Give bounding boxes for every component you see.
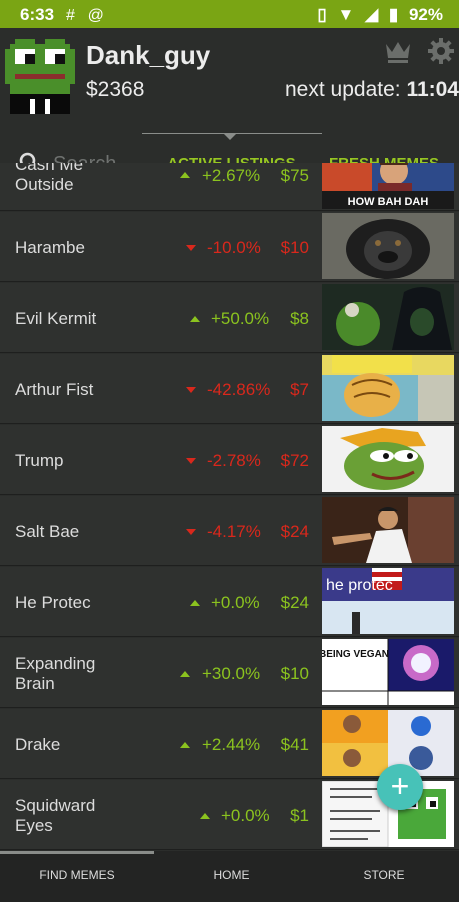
meme-name-line: Expanding — [15, 654, 96, 673]
percent-change: -4.17% — [207, 522, 261, 541]
list-item[interactable]: Trump -2.78% $72 — [0, 425, 459, 495]
nav-home[interactable]: HOME — [154, 851, 309, 902]
wifi-icon: ▼ — [337, 5, 355, 24]
meme-name: He Protec — [15, 593, 91, 612]
price: $7 — [290, 380, 309, 399]
trend-up-icon — [180, 172, 190, 178]
percent-change: +0.0% — [221, 806, 270, 825]
list-item[interactable]: Arthur Fist -42.86% $7 — [0, 354, 459, 424]
bottom-navigation: FIND MEMES HOME STORE — [0, 851, 459, 902]
trend-up-icon — [180, 742, 190, 748]
meme-thumbnail — [322, 426, 454, 492]
list-item[interactable]: He Protec +0.0% $24 he protec — [0, 567, 459, 637]
trend-down-icon — [186, 529, 196, 535]
pepe-avatar-icon — [0, 34, 80, 114]
meme-name: Salt Bae — [15, 522, 80, 541]
avatar[interactable] — [0, 34, 80, 114]
meme-name: Evil Kermit — [15, 309, 97, 328]
add-meme-button[interactable]: + — [377, 764, 423, 810]
trend-down-icon — [186, 245, 196, 251]
percent-change: -10.0% — [207, 238, 261, 257]
trend-up-icon — [190, 316, 200, 322]
price: $10 — [280, 664, 309, 683]
next-update-label: next update: — [285, 78, 401, 101]
trend-up-icon — [190, 600, 200, 606]
meme-name: Squidward Eyes — [15, 796, 95, 836]
percent-change: -42.86% — [207, 380, 271, 399]
add-icon: + — [390, 768, 410, 804]
balance: $2368 — [86, 78, 145, 101]
profile-header: Dank_guy $2368 next update: 11:04 — [0, 28, 459, 191]
vibrate-icon: ▯ — [317, 5, 327, 24]
gear-icon[interactable] — [427, 37, 455, 65]
price: $72 — [280, 451, 309, 470]
percent-change: +50.0% — [211, 309, 270, 328]
meme-name-line: Squidward — [15, 796, 96, 815]
meme-thumbnail — [322, 284, 454, 350]
meme-name: Harambe — [15, 238, 85, 257]
crown-icon[interactable] — [383, 38, 413, 64]
meme-name: Drake — [15, 735, 61, 754]
slack-icon: # — [66, 7, 75, 24]
meme-thumbnail — [322, 497, 454, 563]
list-item[interactable]: Evil Kermit +50.0% $8 — [0, 283, 459, 353]
trend-up-icon — [180, 671, 190, 677]
nav-store[interactable]: STORE — [309, 851, 459, 902]
username: Dank_guy — [86, 40, 211, 70]
price: $1 — [290, 806, 309, 825]
meme-name-line: Cash Me — [15, 163, 84, 174]
system-icons: ▯ ▼ ◢ ▮ 92% — [311, 5, 443, 25]
price: $24 — [280, 593, 309, 612]
meme-thumbnail: HOW BAH DAH — [322, 163, 454, 209]
trend-down-icon — [186, 387, 196, 393]
meme-name: Cash Me Outside — [15, 163, 83, 195]
battery-level: 92% — [408, 5, 443, 24]
signal-icon: ◢ — [365, 5, 379, 24]
meme-thumbnail: BEING VEGAN — [322, 639, 454, 705]
meme-thumbnail — [322, 355, 454, 421]
list-item[interactable]: Expanding Brain +30.0% $10 BEING VEGAN — [0, 638, 459, 708]
price: $41 — [280, 735, 309, 754]
meme-thumbnail: he protec — [322, 568, 454, 634]
notification-icons: # @ — [66, 5, 112, 25]
percent-change: +2.44% — [202, 735, 261, 754]
percent-change: +30.0% — [202, 664, 261, 683]
price: $24 — [280, 522, 309, 541]
percent-change: +2.67% — [202, 166, 261, 185]
meme-thumbnail — [322, 213, 454, 279]
price: $10 — [280, 238, 309, 257]
status-bar: 6:33 # @ ▯ ▼ ◢ ▮ 92% — [0, 0, 459, 28]
meme-name-line: Outside — [15, 175, 74, 194]
status-time: 6:33 — [20, 5, 55, 24]
next-update-time: 11:04 — [406, 78, 459, 101]
percent-change: +0.0% — [211, 593, 260, 612]
thumb-caption: BEING VEGAN — [322, 649, 389, 660]
thumb-caption: HOW BAH DAH — [348, 196, 429, 208]
price: $75 — [280, 166, 309, 185]
price: $8 — [290, 309, 309, 328]
at-sign-icon: @ — [87, 7, 104, 24]
battery-icon: ▮ — [388, 5, 399, 24]
list-item[interactable]: Salt Bae -4.17% $24 — [0, 496, 459, 566]
meme-name: Expanding Brain — [15, 654, 95, 694]
trend-down-icon — [186, 458, 196, 464]
list-item[interactable]: Cash Me Outside +2.67% $75 HOW BAH DAH — [0, 163, 459, 211]
meme-name: Trump — [15, 451, 64, 470]
meme-name-line: Eyes — [15, 816, 53, 835]
trend-up-icon — [200, 813, 210, 819]
meme-name-line: Brain — [15, 674, 55, 693]
percent-change: -2.78% — [207, 451, 261, 470]
next-update: next update: 11:04 — [285, 78, 459, 102]
nav-find-memes[interactable]: FIND MEMES — [0, 851, 154, 902]
listings-list: Cash Me Outside +2.67% $75 HOW BAH DAH H… — [0, 163, 459, 851]
meme-name: Arthur Fist — [15, 380, 94, 399]
list-item[interactable]: Harambe -10.0% $10 — [0, 212, 459, 282]
thumb-caption: he protec — [326, 577, 393, 594]
